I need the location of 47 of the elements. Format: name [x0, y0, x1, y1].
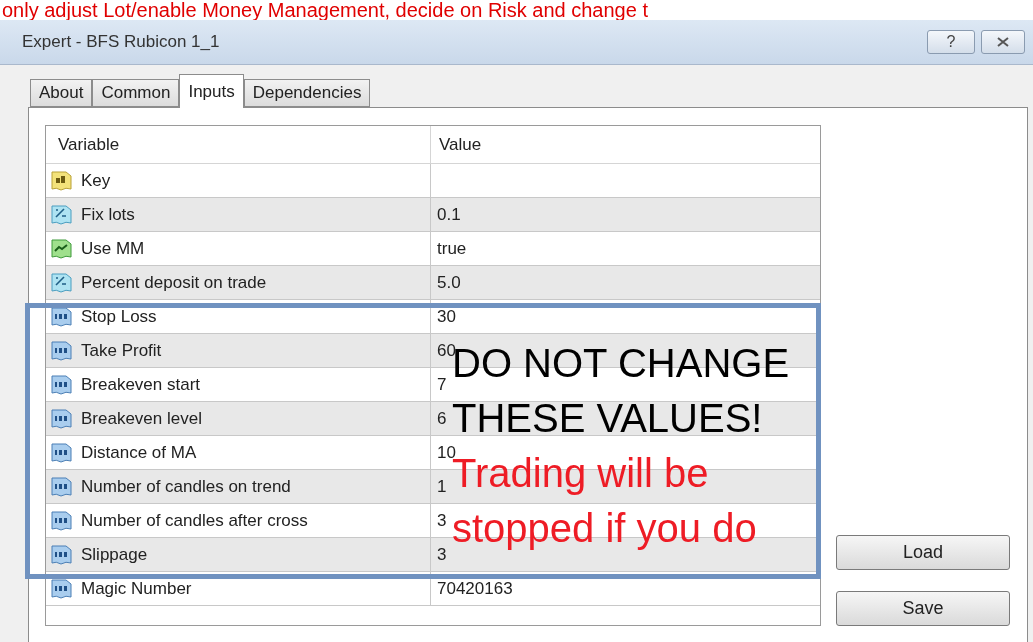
- column-header[interactable]: Variable: [46, 126, 431, 163]
- fraction-variable-icon: [51, 271, 73, 294]
- close-icon: [997, 37, 1009, 47]
- panel-button[interactable]: Save: [836, 591, 1010, 626]
- variable-value: 30: [437, 305, 456, 328]
- variable-value: true: [437, 237, 467, 260]
- column-header[interactable]: Value: [431, 126, 820, 163]
- variable-name: Fix lots: [81, 203, 135, 226]
- variable-value: 7: [437, 373, 447, 396]
- variable-name: Breakeven level: [81, 407, 202, 430]
- variable-value: 5.0: [437, 271, 461, 294]
- variable-value: 3: [437, 543, 447, 566]
- fraction-variable-icon: [51, 203, 73, 226]
- number-variable-icon: [51, 441, 73, 464]
- variable-name: Distance of MA: [81, 441, 197, 464]
- tab[interactable]: Common: [92, 79, 180, 107]
- number-variable-icon: [51, 475, 73, 498]
- panel-button[interactable]: Load: [836, 535, 1010, 570]
- variable-name: Slippage: [81, 543, 148, 566]
- variable-name: Stop Loss: [81, 305, 157, 328]
- number-variable-icon: [51, 339, 73, 362]
- variable-name: Breakeven start: [81, 373, 201, 396]
- variable-name: Take Profit: [81, 339, 162, 362]
- variable-name: Use MM: [81, 237, 145, 260]
- text-variable-icon: [51, 169, 73, 192]
- number-variable-icon: [51, 509, 73, 532]
- variable-value: 1: [437, 475, 447, 498]
- help-button[interactable]: ?: [927, 30, 975, 54]
- number-variable-icon: [51, 543, 73, 566]
- variable-name: Number of candles after cross: [81, 509, 308, 532]
- variable-name: Number of candles on trend: [81, 475, 291, 498]
- number-variable-icon: [51, 373, 73, 396]
- variable-name: Magic Number: [81, 577, 192, 600]
- close-button[interactable]: [981, 30, 1025, 54]
- tab[interactable]: Dependencies: [243, 79, 371, 107]
- number-variable-icon: [51, 577, 73, 600]
- toggle-variable-icon: [51, 237, 73, 260]
- tab[interactable]: About: [30, 79, 93, 107]
- number-variable-icon: [51, 407, 73, 430]
- variable-value: 6: [437, 407, 447, 430]
- variable-name: Key: [81, 169, 111, 192]
- variable-value: 0.1: [437, 203, 461, 226]
- window-title: Expert - BFS Rubicon 1_1: [22, 31, 220, 54]
- variable-value: 70420163: [437, 577, 513, 600]
- variable-value: 3: [437, 509, 447, 532]
- variable-name: Percent deposit on trade: [81, 271, 267, 294]
- tab[interactable]: Inputs: [179, 74, 244, 108]
